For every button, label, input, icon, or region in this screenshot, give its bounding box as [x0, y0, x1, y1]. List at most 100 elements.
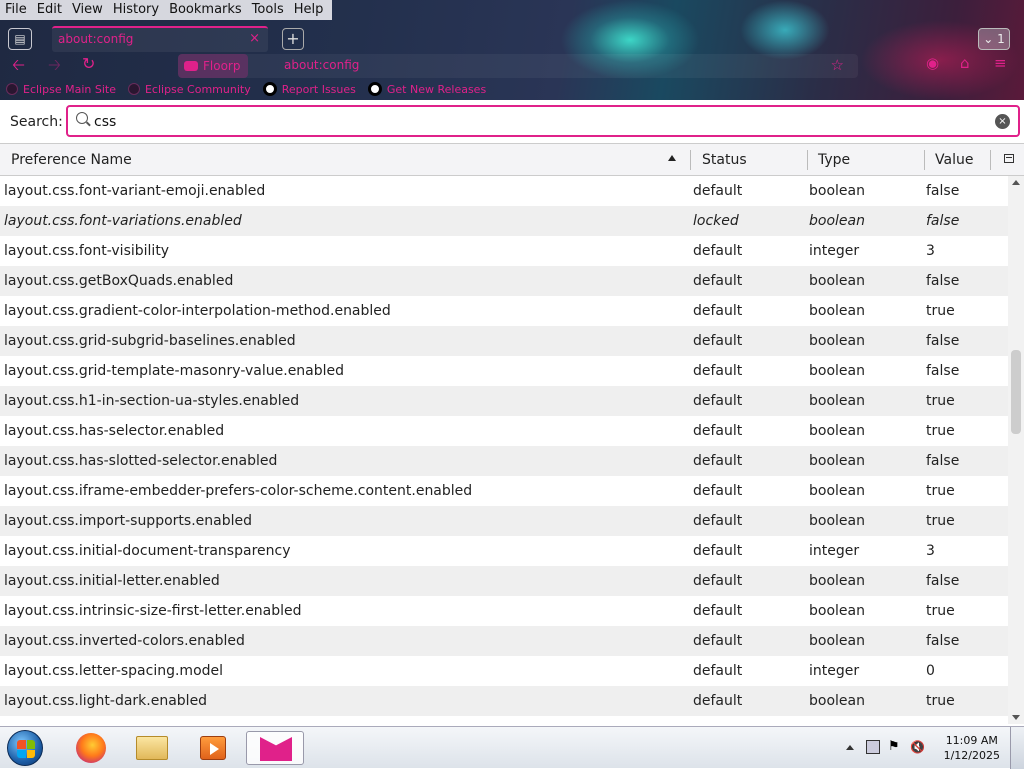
pref-value[interactable]: true	[926, 603, 955, 619]
search-box[interactable]: ×	[66, 105, 1020, 137]
pref-value[interactable]: true	[926, 303, 955, 319]
menu-icon[interactable]: ≡	[994, 54, 1007, 72]
taskbar-firefox[interactable]	[62, 731, 118, 765]
network-icon[interactable]	[866, 740, 880, 754]
tab-title: about:config	[58, 32, 134, 46]
windows-logo-icon	[17, 740, 35, 758]
show-desktop-button[interactable]	[1010, 727, 1024, 769]
menu-tools[interactable]: Tools	[247, 0, 289, 20]
column-header-name[interactable]: Preference Name	[11, 152, 132, 168]
bookmark-get-new-releases[interactable]: Get New Releases	[367, 80, 486, 98]
table-row[interactable]: layout.css.getBoxQuads.enabled default boo…	[0, 266, 1008, 296]
url-bar[interactable]: Floorp about:config ☆	[178, 54, 858, 78]
close-tab-icon[interactable]: ×	[249, 31, 260, 46]
pref-value[interactable]: false	[926, 333, 959, 349]
tab-count-button[interactable]: ⌄ 1	[978, 28, 1010, 50]
search-input[interactable]	[94, 111, 974, 133]
pref-value[interactable]: true	[926, 423, 955, 439]
tab-list-icon[interactable]: ▤	[8, 28, 32, 50]
column-picker-icon[interactable]	[1004, 154, 1014, 163]
bookmark-eclipse-community[interactable]: Eclipse Community	[127, 80, 251, 98]
table-row[interactable]: layout.css.initial-letter.enabled default…	[0, 566, 1008, 596]
pref-value[interactable]: 3	[926, 243, 935, 259]
column-divider[interactable]	[807, 150, 808, 170]
volume-muted-icon[interactable]: 🔇	[910, 740, 925, 754]
table-row[interactable]: layout.css.font-variant-emoji.enabled def…	[0, 176, 1008, 206]
table-header: Preference Name Status Type Value	[0, 144, 1024, 176]
start-button[interactable]	[7, 730, 43, 766]
account-icon[interactable]: ◉	[926, 54, 939, 72]
taskbar-explorer[interactable]	[124, 731, 180, 765]
pref-name: layout.css.iframe-embedder-prefers-color…	[4, 483, 473, 499]
pref-value[interactable]: 3	[926, 543, 935, 559]
pref-type: boolean	[809, 333, 865, 349]
pref-value[interactable]: false	[926, 213, 959, 229]
pref-value[interactable]: true	[926, 513, 955, 529]
menu-history[interactable]: History	[108, 0, 164, 20]
table-row[interactable]: layout.css.light-dark.enabled default bool…	[0, 686, 1008, 716]
menu-help[interactable]: Help	[289, 0, 329, 20]
table-row[interactable]: layout.css.intrinsic-size-first-letter.e…	[0, 596, 1008, 626]
identity-box[interactable]: Floorp	[178, 54, 249, 78]
table-row[interactable]: layout.css.import-supports.enabled defaul…	[0, 506, 1008, 536]
pref-value[interactable]: true	[926, 693, 955, 709]
menu-file[interactable]: File	[0, 0, 32, 20]
show-hidden-icons-icon[interactable]	[846, 745, 854, 750]
pref-type: boolean	[809, 363, 865, 379]
menu-bookmarks[interactable]: Bookmarks	[164, 0, 247, 20]
forward-icon[interactable]: 🡢	[48, 54, 61, 81]
menu-edit[interactable]: Edit	[32, 0, 67, 20]
table-row[interactable]: layout.css.inverted-colors.enabled defaul…	[0, 626, 1008, 656]
pref-type: boolean	[809, 213, 865, 229]
pref-value[interactable]: 0	[926, 663, 935, 679]
vertical-scrollbar[interactable]	[1008, 176, 1024, 724]
scroll-up-icon[interactable]	[1012, 180, 1020, 185]
pref-value[interactable]: false	[926, 633, 959, 649]
reload-icon[interactable]: ↻	[82, 54, 95, 73]
scrollbar-thumb[interactable]	[1011, 350, 1021, 434]
back-icon[interactable]: 🡠	[12, 54, 25, 81]
flag-icon[interactable]: ⚑	[888, 740, 902, 754]
pref-value[interactable]: true	[926, 393, 955, 409]
column-divider[interactable]	[924, 150, 925, 170]
new-tab-button[interactable]: +	[282, 28, 304, 50]
table-row[interactable]: layout.css.initial-document-transparency…	[0, 536, 1008, 566]
bookmark-eclipse-main[interactable]: Eclipse Main Site	[6, 80, 116, 98]
scroll-down-icon[interactable]	[1012, 715, 1020, 720]
taskbar-media-player[interactable]	[186, 731, 242, 765]
preferences-table: Preference Name Status Type Value layout…	[0, 143, 1024, 724]
column-header-status[interactable]: Status	[702, 152, 747, 168]
pref-value[interactable]: false	[926, 573, 959, 589]
pref-value[interactable]: true	[926, 483, 955, 499]
table-row[interactable]: layout.css.has-slotted-selector.enabled d…	[0, 446, 1008, 476]
table-row[interactable]: layout.css.letter-spacing.model default in…	[0, 656, 1008, 686]
column-header-value[interactable]: Value	[935, 152, 973, 168]
pref-name: layout.css.font-variant-emoji.enabled	[4, 183, 266, 199]
pref-value[interactable]: false	[926, 363, 959, 379]
menu-view[interactable]: View	[67, 0, 108, 20]
bookmark-report-issues[interactable]: Report Issues	[262, 80, 356, 98]
taskbar-floorp[interactable]	[246, 731, 304, 765]
clear-search-icon[interactable]: ×	[995, 114, 1010, 129]
pref-type: integer	[809, 543, 860, 559]
column-divider[interactable]	[990, 150, 991, 170]
table-row[interactable]: layout.css.font-visibility default integer…	[0, 236, 1008, 266]
column-divider[interactable]	[690, 150, 691, 170]
clock[interactable]: 11:09 AM 1/12/2025	[944, 733, 1000, 763]
table-row[interactable]: layout.css.gradient-color-interpolation-…	[0, 296, 1008, 326]
table-row[interactable]: layout.css.font-variations.enabled locked…	[0, 206, 1008, 236]
table-row[interactable]: layout.css.grid-subgrid-baselines.enable…	[0, 326, 1008, 356]
table-row[interactable]: layout.css.iframe-embedder-prefers-color…	[0, 476, 1008, 506]
home-icon[interactable]: ⌂	[960, 54, 970, 72]
pref-value[interactable]: false	[926, 273, 959, 289]
table-row[interactable]: layout.css.has-selector.enabled default bo…	[0, 416, 1008, 446]
url-text[interactable]: about:config	[284, 58, 359, 72]
pref-value[interactable]: false	[926, 453, 959, 469]
pref-name: layout.css.grid-subgrid-baselines.enable…	[4, 333, 296, 349]
bookmark-star-icon[interactable]: ☆	[831, 56, 844, 74]
pref-value[interactable]: false	[926, 183, 959, 199]
table-row[interactable]: layout.css.grid-template-masonry-value.e…	[0, 356, 1008, 386]
tab-about-config[interactable]: about:config ×	[52, 26, 268, 52]
column-header-type[interactable]: Type	[818, 152, 850, 168]
table-row[interactable]: layout.css.h1-in-section-ua-styles.enabl…	[0, 386, 1008, 416]
